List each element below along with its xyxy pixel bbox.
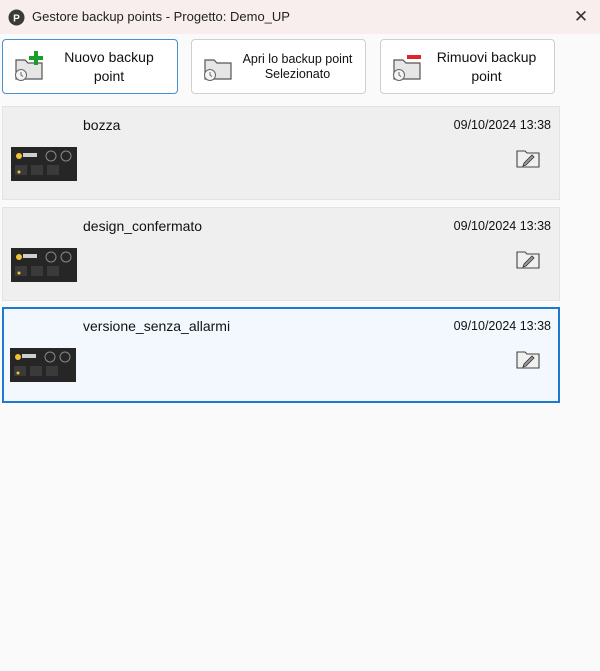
backup-point-date: 09/10/2024 13:38 (453, 118, 551, 132)
open-backup-point-label: Apri lo backup point Selezionato (242, 52, 353, 81)
svg-text:P: P (13, 14, 20, 25)
backup-point-name: design_confermato (83, 218, 203, 234)
app-logo-icon: P (8, 9, 25, 26)
backup-thumbnail (11, 147, 77, 181)
backup-point-row[interactable]: bozza 09/10/2024 13:38 (2, 106, 560, 200)
window-title: Gestore backup points - Progetto: Demo_U… (32, 9, 290, 24)
remove-backup-point-label: Rimuovi backup point (436, 49, 537, 84)
backup-point-row[interactable]: design_confermato 09/10/2024 13:38 (2, 207, 560, 301)
title-bar: P Gestore backup points - Progetto: Demo… (0, 0, 600, 34)
remove-backup-point-button[interactable]: Rimuovi backup point (380, 39, 555, 94)
folder-icon (204, 59, 232, 81)
backup-point-row-selected[interactable]: versione_senza_allarmi 09/10/2024 13:38 (2, 307, 560, 403)
folder-remove-icon (393, 55, 421, 81)
backup-point-name: versione_senza_allarmi (83, 318, 231, 334)
backup-point-date: 09/10/2024 13:38 (453, 319, 551, 333)
edit-pencil-icon[interactable] (515, 248, 541, 270)
close-icon: ✕ (573, 7, 589, 26)
backup-point-name: bozza (83, 117, 121, 133)
new-backup-point-label: Nuovo backup point (64, 49, 154, 84)
edit-pencil-icon[interactable] (515, 147, 541, 169)
backup-thumbnail (11, 248, 77, 282)
edit-pencil-icon[interactable] (515, 348, 541, 370)
new-backup-point-button[interactable]: Nuovo backup point (2, 39, 178, 94)
backup-point-date: 09/10/2024 13:38 (453, 219, 551, 233)
open-backup-point-button[interactable]: Apri lo backup point Selezionato (191, 39, 366, 94)
folder-add-icon (15, 51, 43, 81)
backup-thumbnail (10, 348, 76, 382)
close-button[interactable]: ✕ (562, 0, 600, 34)
